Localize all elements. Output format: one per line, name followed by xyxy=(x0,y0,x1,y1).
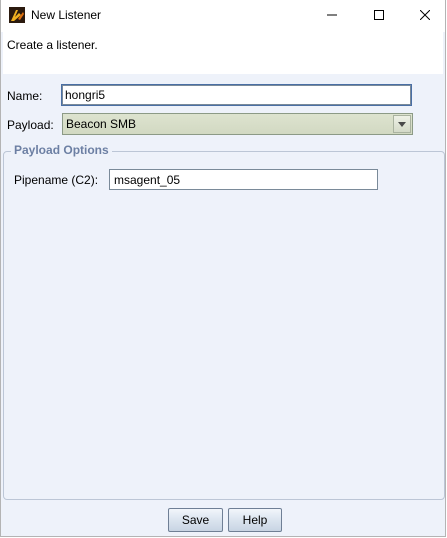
window-title: New Listener xyxy=(31,8,102,22)
banner-text: Create a listener. xyxy=(7,38,98,52)
name-label: Name: xyxy=(7,89,43,103)
maximize-icon xyxy=(374,10,384,20)
payload-options-title: Payload Options xyxy=(11,143,112,157)
name-input[interactable] xyxy=(62,85,411,105)
payload-selected-value: Beacon SMB xyxy=(66,117,137,131)
title-bar[interactable]: New Listener xyxy=(1,0,445,32)
minimize-button[interactable] xyxy=(309,0,355,30)
new-listener-dialog: New Listener Create a listener. Name: Pa… xyxy=(0,0,446,537)
app-icon xyxy=(9,7,25,23)
pipename-input[interactable] xyxy=(109,169,378,190)
chevron-down-icon xyxy=(398,121,406,127)
close-icon xyxy=(420,10,430,20)
help-button[interactable]: Help xyxy=(228,508,282,532)
payload-options-group: Payload Options xyxy=(3,143,445,500)
payload-select[interactable]: Beacon SMB xyxy=(62,113,413,135)
payload-label: Payload: xyxy=(7,118,54,132)
pipename-label: Pipename (C2): xyxy=(14,173,99,187)
description-banner: Create a listener. xyxy=(3,32,443,74)
payload-dropdown-button[interactable] xyxy=(393,115,411,133)
save-button[interactable]: Save xyxy=(168,508,223,532)
maximize-button[interactable] xyxy=(356,0,402,30)
close-button[interactable] xyxy=(402,0,447,30)
minimize-icon xyxy=(327,14,337,16)
